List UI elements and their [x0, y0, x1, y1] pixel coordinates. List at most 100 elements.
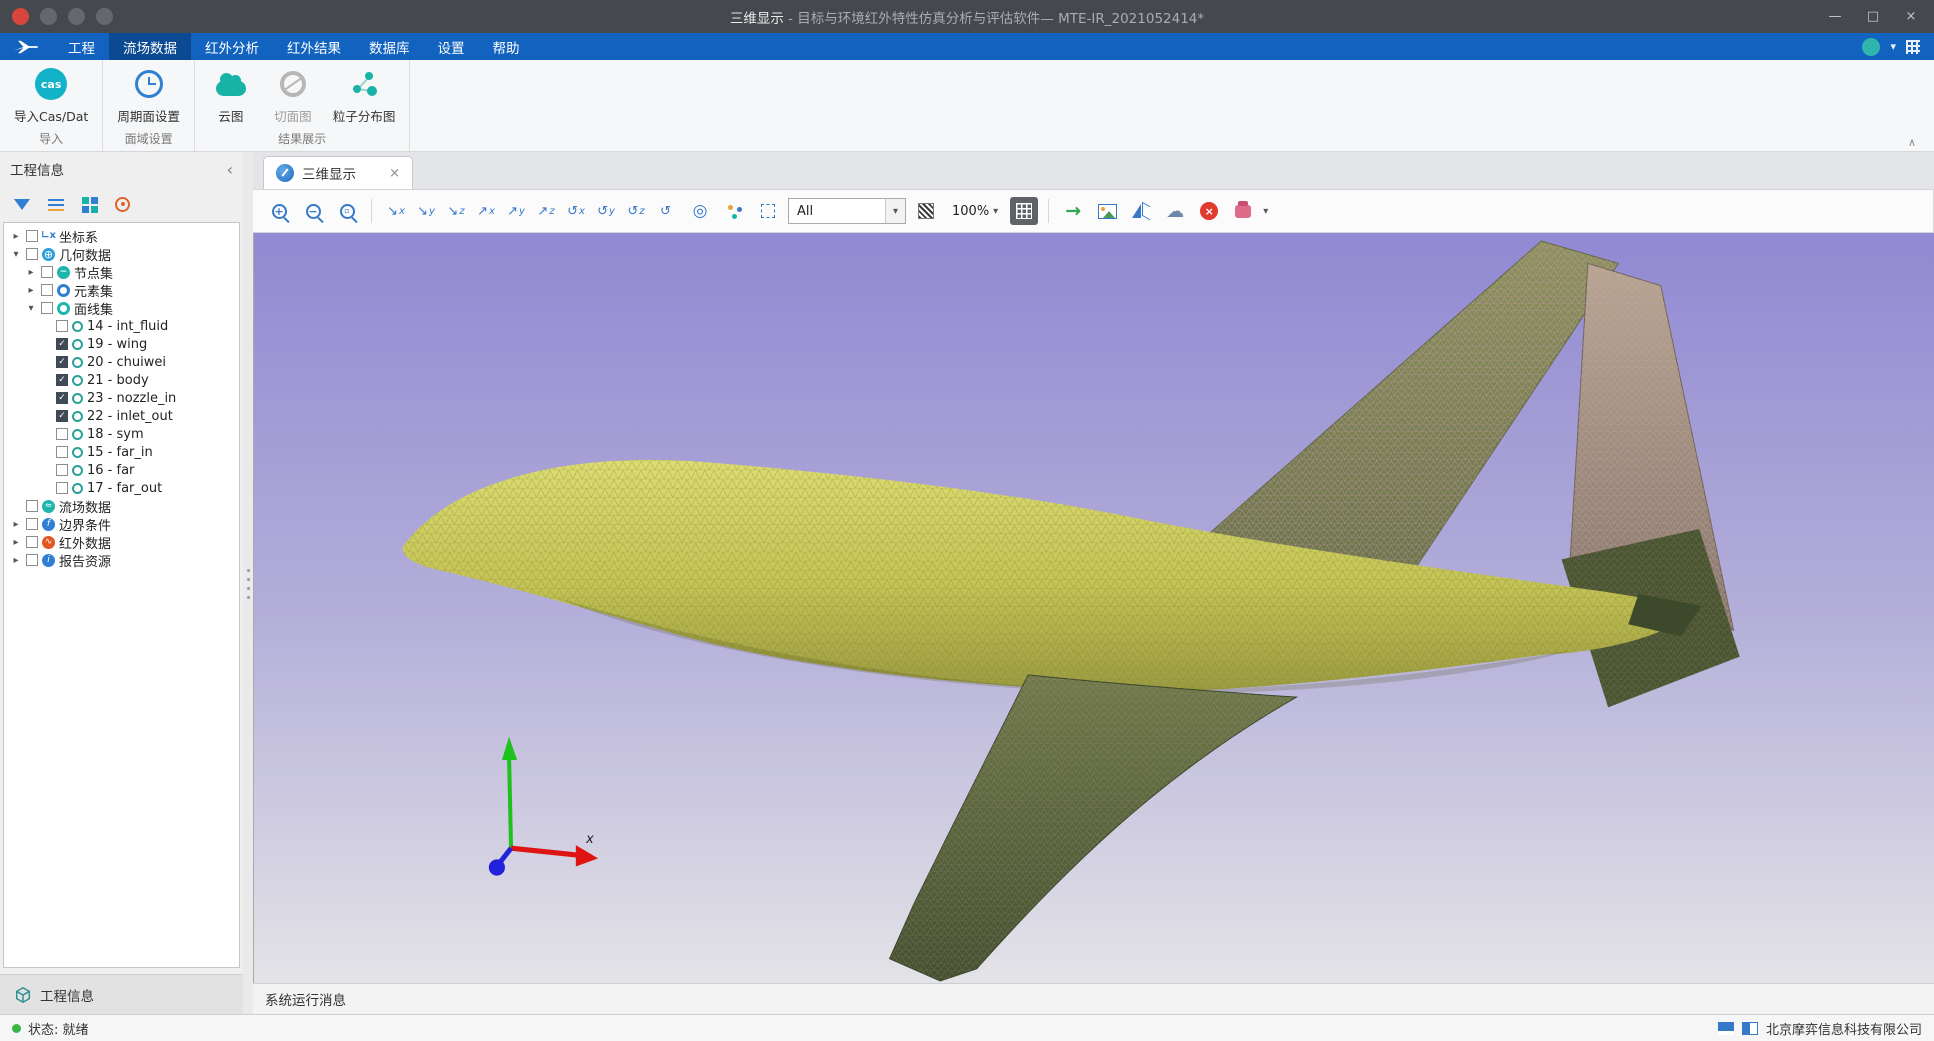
contour-map-button[interactable]: 云图 [209, 67, 253, 125]
tree-checkbox[interactable] [56, 464, 68, 476]
menu-item-3[interactable]: 红外结果 [273, 33, 355, 60]
component-grid-icon[interactable] [82, 197, 89, 204]
maximize-button[interactable]: □ [1854, 0, 1892, 33]
tree-checkbox[interactable] [41, 266, 53, 278]
particle-distribution-button[interactable]: 粒子分布图 [333, 67, 396, 125]
tree-checkbox[interactable] [26, 248, 38, 260]
tree-row[interactable]: ▸ 红外数据 [4, 533, 239, 551]
tree-row[interactable]: 16 - far [4, 461, 239, 479]
tree-row[interactable]: ▾ 几何数据 [4, 245, 239, 263]
splitter-handle[interactable] [247, 566, 250, 600]
stamp-button[interactable] [1229, 197, 1257, 225]
locate-origin-button[interactable]: ◎ [686, 197, 714, 225]
menu-item-6[interactable]: 帮助 [479, 33, 534, 60]
minimize-button[interactable]: — [1816, 0, 1854, 33]
tree-row[interactable]: 流场数据 [4, 497, 239, 515]
tree-checkbox[interactable] [56, 356, 68, 368]
box-select-button[interactable] [754, 197, 782, 225]
quick-button-2[interactable] [68, 8, 85, 25]
tree-expander[interactable]: ▸ [10, 537, 22, 548]
view-y-minus-button[interactable]: ↘ y [412, 197, 440, 225]
tree-checkbox[interactable] [56, 320, 68, 332]
tree-row[interactable]: 19 - wing [4, 335, 239, 353]
layout-grid-icon[interactable] [1906, 40, 1920, 54]
periodic-face-settings-button[interactable]: 周期面设置 [117, 67, 180, 125]
tree-checkbox[interactable] [56, 392, 68, 404]
view-y-plus-button[interactable]: ↗ y [502, 197, 530, 225]
tree-checkbox[interactable] [41, 284, 53, 296]
filter-icon[interactable] [14, 199, 30, 210]
view-x-plus-button[interactable]: ↗ x [472, 197, 500, 225]
tree-expander[interactable]: ▸ [10, 519, 22, 530]
tree-row[interactable]: ▾ 面线集 [4, 299, 239, 317]
zoom-in-button[interactable] [265, 197, 293, 225]
tab-3d-display[interactable]: 三维显示 × [263, 156, 413, 189]
tree-checkbox[interactable] [26, 500, 38, 512]
rotate-free-button[interactable]: ↺ [652, 197, 680, 225]
tree-row[interactable]: 22 - inlet_out [4, 407, 239, 425]
cloud-annotation-button[interactable]: ☁ [1161, 197, 1189, 225]
theme-icon[interactable] [1862, 38, 1880, 56]
view-x-minus-button[interactable]: ↘ x [382, 197, 410, 225]
tree-row[interactable]: 17 - far_out [4, 479, 239, 497]
view-z-plus-button[interactable]: ↗ z [532, 197, 560, 225]
viewport-3d[interactable]: x [253, 233, 1934, 983]
tab-close-icon[interactable]: × [389, 166, 400, 181]
tree-expander[interactable]: ▾ [10, 249, 22, 260]
zoom-level-dropdown[interactable]: 100% ▾ [946, 204, 1004, 219]
tree-checkbox[interactable] [56, 338, 68, 350]
menu-item-1[interactable]: 流场数据 [109, 33, 191, 60]
view-z-minus-button[interactable]: ↘ z [442, 197, 470, 225]
tree-checkbox[interactable] [26, 536, 38, 548]
tree-checkbox[interactable] [56, 428, 68, 440]
cancel-button[interactable]: × [1195, 197, 1223, 225]
tree-checkbox[interactable] [26, 554, 38, 566]
tree-expander[interactable]: ▸ [25, 285, 37, 296]
tree-checkbox[interactable] [56, 410, 68, 422]
stamp-caret-icon[interactable]: ▾ [1263, 206, 1268, 217]
tree-expander[interactable]: ▾ [25, 303, 37, 314]
export-button[interactable]: → [1059, 197, 1087, 225]
tree-checkbox[interactable] [26, 518, 38, 530]
tree-checkbox[interactable] [56, 374, 68, 386]
tree-row[interactable]: ▸ 报告资源 [4, 551, 239, 569]
grid-toggle-button[interactable] [1010, 197, 1038, 225]
panel-splitter[interactable] [243, 152, 253, 1014]
tree-row[interactable]: 18 - sym [4, 425, 239, 443]
tree-row[interactable]: 20 - chuiwei [4, 353, 239, 371]
statusbar-layout-icon[interactable] [1742, 1022, 1758, 1035]
rotate-z-view-button[interactable]: ↺ z [622, 197, 650, 225]
menubar-caret-icon[interactable]: ▾ [1890, 40, 1896, 53]
quick-button-1[interactable] [40, 8, 57, 25]
locate-target-icon[interactable] [115, 197, 130, 212]
ribbon-collapse-button[interactable]: ∧ [1908, 136, 1916, 149]
tree-checkbox[interactable] [26, 230, 38, 242]
tree-row[interactable]: ▸ 边界条件 [4, 515, 239, 533]
close-button[interactable]: × [1892, 0, 1930, 33]
tree-expander[interactable]: ▸ [25, 267, 37, 278]
zoom-fit-button[interactable] [333, 197, 361, 225]
rotate-y-view-button[interactable]: ↺ y [592, 197, 620, 225]
tree-row[interactable]: 15 - far_in [4, 443, 239, 461]
menu-item-4[interactable]: 数据库 [355, 33, 424, 60]
tree-row[interactable]: ▸ 节点集 [4, 263, 239, 281]
tree-row[interactable]: ▸ 元素集 [4, 281, 239, 299]
app-menu-button[interactable] [12, 8, 29, 25]
tree-row[interactable]: 21 - body [4, 371, 239, 389]
list-view-icon[interactable] [48, 199, 64, 201]
menu-item-5[interactable]: 设置 [424, 33, 479, 60]
tree-checkbox[interactable] [56, 446, 68, 458]
display-filter-combobox[interactable]: All ▾ [788, 198, 906, 224]
mirror-button[interactable] [1127, 197, 1155, 225]
capture-image-button[interactable] [1093, 197, 1121, 225]
panel-collapse-button[interactable]: ‹ [227, 160, 233, 179]
tree-row[interactable]: 14 - int_fluid [4, 317, 239, 335]
tree-expander[interactable]: ▸ [10, 555, 22, 566]
statusbar-panel-icon[interactable] [1718, 1022, 1734, 1035]
rotate-x-view-button[interactable]: ↺ x [562, 197, 590, 225]
combo-dropdown-icon[interactable]: ▾ [885, 199, 905, 223]
zoom-out-button[interactable] [299, 197, 327, 225]
import-cas-dat-button[interactable]: cas 导入Cas/Dat [14, 67, 88, 125]
menu-item-0[interactable]: 工程 [54, 33, 109, 60]
menu-item-2[interactable]: 红外分析 [191, 33, 273, 60]
